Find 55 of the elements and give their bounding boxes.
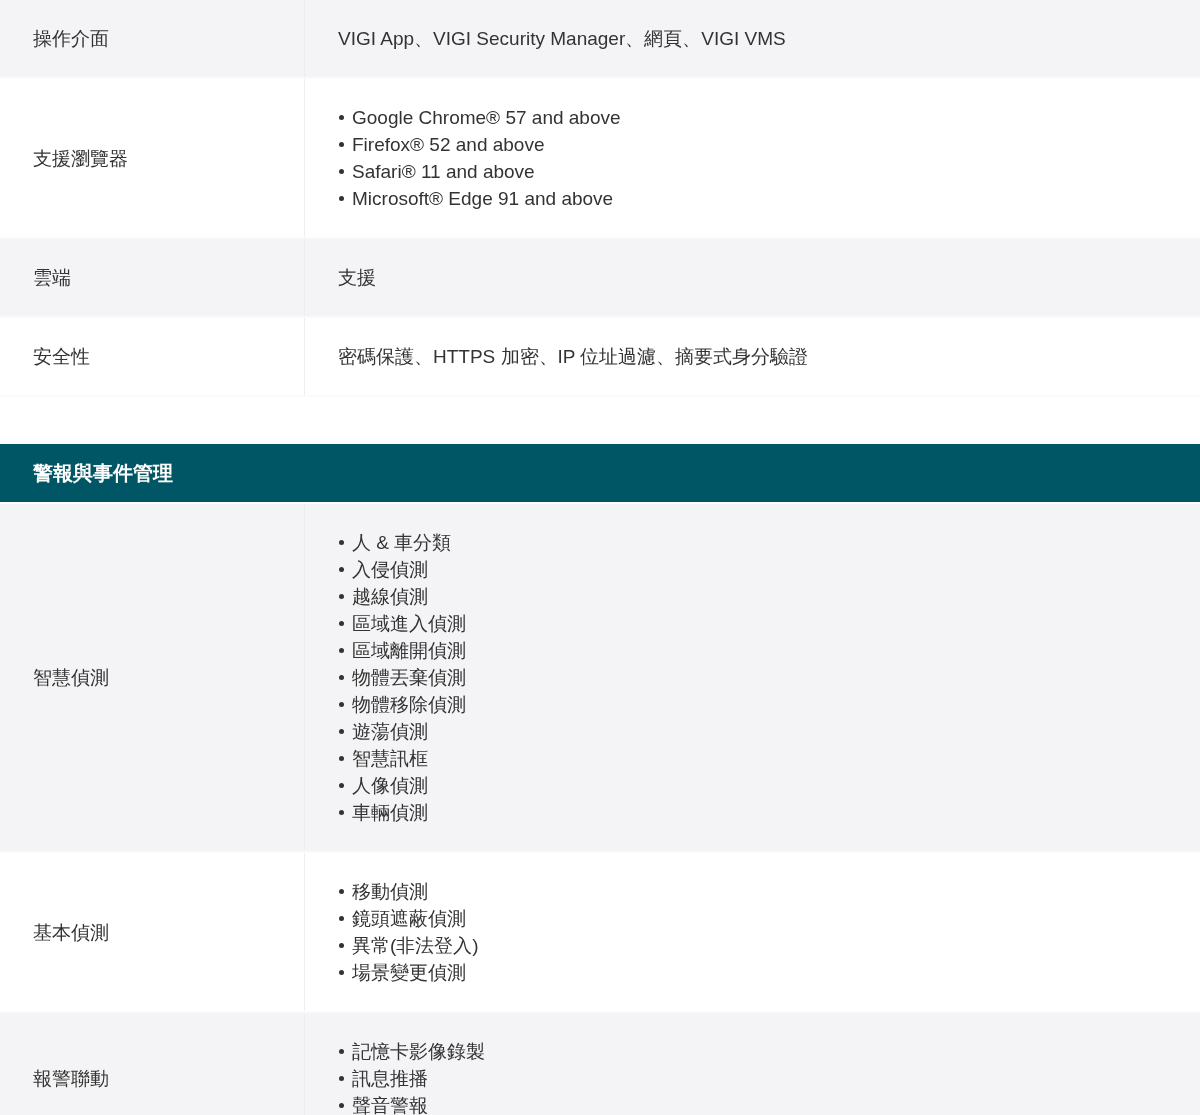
list-item: 移動偵測 xyxy=(352,880,428,904)
bullet-icon xyxy=(339,783,344,788)
spec-label: 雲端 xyxy=(33,266,71,290)
bullet-icon xyxy=(339,810,344,815)
bullet-icon xyxy=(339,1103,344,1108)
spec-label: 智慧偵測 xyxy=(33,666,109,690)
list-item: 異常(非法登入) xyxy=(352,934,479,958)
bullet-icon xyxy=(339,943,344,948)
bullet-icon xyxy=(339,729,344,734)
bullet-icon xyxy=(339,648,344,653)
list-item: 場景變更偵測 xyxy=(352,961,466,985)
bullet-icon xyxy=(339,1049,344,1054)
spec-label: 基本偵測 xyxy=(33,920,109,945)
list-item: 區域進入偵測 xyxy=(352,612,466,636)
list-item: 鏡頭遮蔽偵測 xyxy=(352,907,466,931)
list-item: 記憶卡影像錄製 xyxy=(352,1040,485,1064)
spec-label: 操作介面 xyxy=(33,27,109,51)
bullet-icon xyxy=(339,1076,344,1081)
bullet-icon xyxy=(339,567,344,572)
section-header: 警報與事件管理 xyxy=(0,444,1200,502)
list-item: 聲音警報 xyxy=(352,1094,428,1115)
bullet-icon xyxy=(339,142,344,147)
bullet-icon xyxy=(339,970,344,975)
list-item: 區域離開偵測 xyxy=(352,639,466,663)
bullet-icon xyxy=(339,889,344,894)
spec-label: 報警聯動 xyxy=(33,1067,109,1091)
list-item: Safari® 11 and above xyxy=(352,160,535,184)
bullet-icon xyxy=(339,196,344,201)
spec-value: 支援 xyxy=(338,266,377,290)
spec-label: 支援瀏覽器 xyxy=(33,146,128,171)
list-item: Firefox® 52 and above xyxy=(352,133,545,157)
list-item: Google Chrome® 57 and above xyxy=(352,106,621,130)
spec-value: VIGI App、VIGI Security Manager、網頁、VIGI VMS xyxy=(338,27,787,51)
bullet-icon xyxy=(339,169,344,174)
bullet-icon xyxy=(339,916,344,921)
bullet-icon xyxy=(339,675,344,680)
bullet-icon xyxy=(339,115,344,120)
bullet-icon xyxy=(339,540,344,545)
list-item: 人像偵測 xyxy=(352,774,428,798)
list-item: 遊蕩偵測 xyxy=(352,720,428,744)
bullet-icon xyxy=(339,621,344,626)
bullet-icon xyxy=(339,702,344,707)
spec-label: 安全性 xyxy=(33,345,90,369)
list-item: Microsoft® Edge 91 and above xyxy=(352,187,614,211)
list-item: 物體移除偵測 xyxy=(352,693,466,717)
list-item: 物體丟棄偵測 xyxy=(352,666,466,690)
list-item: 越線偵測 xyxy=(352,585,428,609)
list-item: 車輛偵測 xyxy=(352,801,428,825)
spec-value: 密碼保護、HTTPS 加密、IP 位址過濾、摘要式身分驗證 xyxy=(338,345,810,369)
list-item: 人 & 車分類 xyxy=(352,531,452,555)
list-item: 訊息推播 xyxy=(352,1067,428,1091)
list-item: 入侵偵測 xyxy=(352,558,428,582)
list-item: 智慧訊框 xyxy=(352,747,428,771)
bullet-icon xyxy=(339,594,344,599)
bullet-icon xyxy=(339,756,344,761)
